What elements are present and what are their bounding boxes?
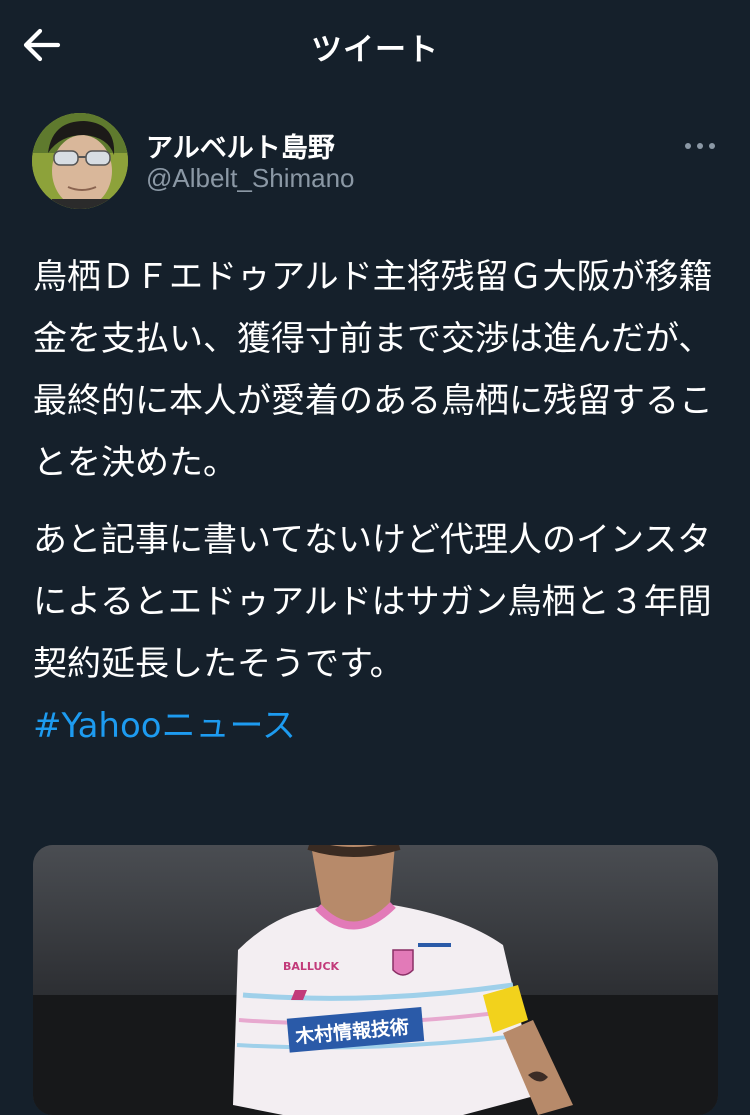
jersey-chest-text: BALLUCK xyxy=(283,960,340,973)
avatar[interactable] xyxy=(32,113,128,209)
more-options-button[interactable] xyxy=(680,130,720,160)
top-bar: ツイート xyxy=(0,0,750,90)
author-handle[interactable]: @Albelt_Shimano xyxy=(146,163,355,194)
page-title: ツイート xyxy=(311,32,439,68)
tweet-text: 鳥栖ＤＦエドゥアルド主将残留Ｇ大阪が移籍金を支払い、獲得寸前まで交渉は進んだが、… xyxy=(33,246,718,757)
more-horizontal-icon xyxy=(685,143,715,149)
tweet-paragraph: 鳥栖ＤＦエドゥアルド主将残留Ｇ大阪が移籍金を支払い、獲得寸前まで交渉は進んだが、… xyxy=(33,257,713,483)
author-display-name[interactable]: アルベルト島野 xyxy=(146,126,335,165)
avatar-image xyxy=(32,113,128,209)
hashtag-link[interactable]: #Yahooニュース xyxy=(33,706,296,746)
player-photo: 木村情報技術 BALLUCK xyxy=(33,845,718,1115)
tweet-paragraph: あと記事に書いてないけど代理人のインスタによるとエドゥアルドはサガン鳥栖と３年間… xyxy=(33,509,718,757)
tweet-paragraph-text: あと記事に書いてないけど代理人のインスタによるとエドゥアルドはサガン鳥栖と３年間… xyxy=(33,520,712,684)
tweet-media-image[interactable]: 木村情報技術 BALLUCK xyxy=(33,845,718,1115)
